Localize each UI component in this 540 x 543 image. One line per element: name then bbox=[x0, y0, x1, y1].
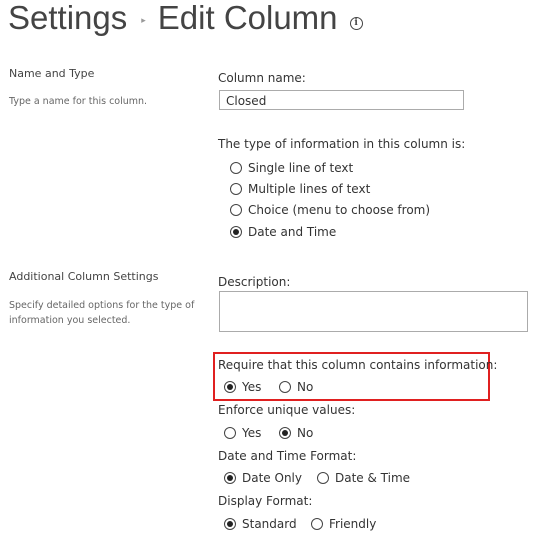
require-label: Require that this column contains inform… bbox=[218, 358, 498, 372]
radio-dot-icon bbox=[282, 430, 288, 436]
type-option-multiple-lines[interactable]: Multiple lines of text bbox=[230, 182, 370, 196]
radio-button-unselected[interactable] bbox=[279, 381, 291, 393]
page-title: Settings ▸ Edit Column i bbox=[8, 0, 363, 44]
radio-button-unselected[interactable] bbox=[224, 427, 236, 439]
date-format-label: Date and Time Format: bbox=[218, 449, 357, 463]
standard-option[interactable]: Standard bbox=[224, 517, 297, 531]
radio-button-selected[interactable] bbox=[230, 226, 242, 238]
type-option-label: Choice (menu to choose from) bbox=[248, 203, 431, 217]
radio-button-unselected[interactable] bbox=[230, 183, 242, 195]
additional-settings-section-description: Specify detailed options for the type of… bbox=[9, 300, 195, 326]
type-option-date-time[interactable]: Date and Time bbox=[230, 225, 336, 239]
unique-no-option[interactable]: No bbox=[279, 426, 313, 440]
radio-dot-icon bbox=[227, 384, 233, 390]
friendly-option[interactable]: Friendly bbox=[311, 517, 376, 531]
unique-yes-option[interactable]: Yes bbox=[224, 426, 261, 440]
require-yes-label: Yes bbox=[242, 380, 262, 394]
radio-button-selected[interactable] bbox=[224, 381, 236, 393]
type-option-label: Date and Time bbox=[248, 225, 337, 239]
radio-button-unselected[interactable] bbox=[317, 472, 329, 484]
breadcrumb-separator-icon: ▸ bbox=[141, 16, 146, 26]
type-option-label: Single line of text bbox=[248, 161, 354, 175]
type-option-single-line[interactable]: Single line of text bbox=[230, 161, 353, 175]
info-icon[interactable]: i bbox=[349, 16, 363, 30]
require-no-label: No bbox=[297, 380, 314, 394]
friendly-label: Friendly bbox=[329, 517, 377, 531]
breadcrumb-settings-link[interactable]: Settings bbox=[8, 0, 127, 37]
radio-button-selected[interactable] bbox=[279, 427, 291, 439]
name-type-section-description: Type a name for this column. bbox=[9, 96, 148, 107]
column-type-label: The type of information in this column i… bbox=[218, 137, 466, 151]
date-only-label: Date Only bbox=[242, 471, 302, 485]
radio-button-unselected[interactable] bbox=[311, 518, 323, 530]
unique-no-label: No bbox=[297, 426, 314, 440]
radio-dot-icon bbox=[227, 475, 233, 481]
require-no-option[interactable]: No bbox=[279, 380, 313, 394]
breadcrumb-current-page: Edit Column bbox=[157, 0, 338, 36]
display-format-label: Display Format: bbox=[218, 494, 313, 508]
radio-button-unselected[interactable] bbox=[230, 204, 242, 216]
radio-dot-icon bbox=[233, 229, 239, 235]
date-time-label: Date & Time bbox=[335, 471, 411, 485]
radio-button-unselected[interactable] bbox=[230, 162, 242, 174]
radio-button-selected[interactable] bbox=[224, 518, 236, 530]
column-name-label: Column name: bbox=[218, 71, 306, 85]
date-time-option[interactable]: Date & Time bbox=[317, 471, 410, 485]
description-label: Description: bbox=[218, 275, 291, 289]
radio-dot-icon bbox=[227, 521, 233, 527]
type-option-choice[interactable]: Choice (menu to choose from) bbox=[230, 203, 430, 217]
column-name-input[interactable]: Closed bbox=[219, 90, 464, 110]
description-textarea[interactable] bbox=[219, 291, 528, 332]
additional-settings-section-title: Additional Column Settings bbox=[9, 270, 159, 283]
unique-values-label: Enforce unique values: bbox=[218, 403, 356, 417]
date-only-option[interactable]: Date Only bbox=[224, 471, 302, 485]
require-yes-option[interactable]: Yes bbox=[224, 380, 261, 394]
type-option-label: Multiple lines of text bbox=[248, 182, 371, 196]
standard-label: Standard bbox=[242, 517, 297, 531]
unique-yes-label: Yes bbox=[242, 426, 262, 440]
radio-button-selected[interactable] bbox=[224, 472, 236, 484]
name-type-section-title: Name and Type bbox=[9, 67, 95, 80]
